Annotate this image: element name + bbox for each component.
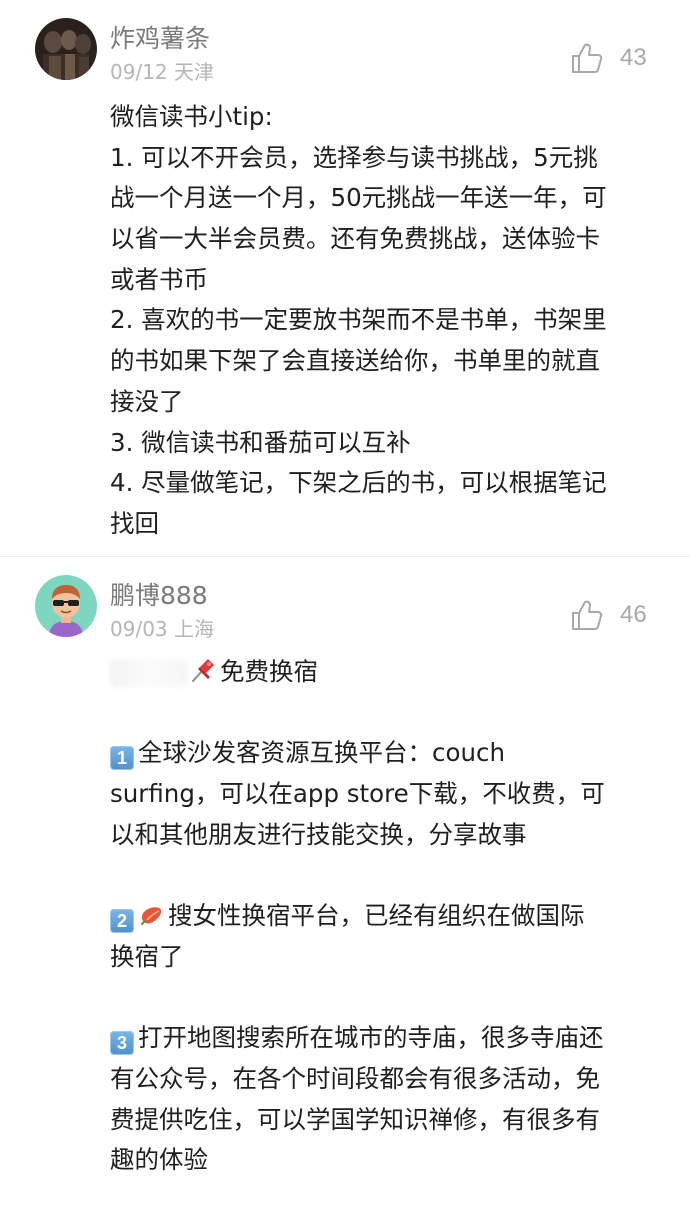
text-line: 换宿了 — [110, 941, 184, 971]
comment-card: 鹏博888 09/03 上海 46 免费换宿 1 全球沙发客资源互换平台：couc… — [0, 557, 690, 1207]
like-count: 43 — [620, 44, 647, 71]
avatar-image — [35, 575, 97, 637]
username[interactable]: 鹏博888 — [110, 581, 208, 611]
text-line: 有公众号，在各个时间段都会有很多活动，免 — [110, 1063, 600, 1093]
text-line: surfing，可以在app store下载，不收费，可 — [110, 779, 605, 809]
text-line: 以和其他朋友进行技能交换，分享故事 — [110, 819, 527, 849]
thumbs-up-icon — [572, 43, 603, 73]
avatar[interactable] — [35, 18, 97, 80]
comment-text: 免费换宿 1 全球沙发客资源互换平台：couch surfing，可以在app s… — [110, 652, 666, 1181]
text-line: 费提供吃住，可以学国学知识禅修，有很多有 — [110, 1104, 600, 1134]
text-line: 免费换宿 — [110, 652, 666, 693]
text-line: 1. 可以不开会员，选择参与读书挑战，5元挑 — [110, 142, 598, 172]
item-text: 全球沙发客资源互换平台：couch — [138, 738, 505, 768]
avatar-image — [35, 18, 97, 80]
text-line: 接没了 — [110, 386, 184, 416]
text-line: 的书如果下架了会直接送给你，书单里的就直 — [110, 346, 600, 376]
peach-icon — [141, 907, 162, 926]
pushpin-icon — [192, 659, 214, 682]
keycap-number-icon: 1 — [110, 746, 134, 771]
comment-meta: 09/03 上海 — [110, 617, 214, 641]
keycap-number-icon: 2 — [110, 909, 134, 934]
text-line: 战一个月送一个月，50元挑战一年送一年，可 — [110, 183, 607, 213]
text-line: 微信读书小tip: — [110, 102, 273, 131]
comment-text: 微信读书小tip: 1. 可以不开会员，选择参与读书挑战，5元挑 战一个月送一个… — [110, 97, 666, 545]
like-count: 46 — [620, 601, 647, 628]
text-line: 以省一大半会员费。还有免费挑战，送体验卡 — [110, 224, 600, 254]
text-line: 或者书币 — [110, 264, 208, 294]
text-line: 3 打开地图搜索所在城市的寺庙，很多寺庙还 — [110, 1018, 666, 1059]
like-button[interactable]: 43 — [570, 40, 647, 76]
text-line: 1 全球沙发客资源互换平台：couch — [110, 733, 666, 774]
like-button[interactable]: 46 — [570, 597, 647, 633]
text-line: 2. 喜欢的书一定要放书架而不是书单，书架里 — [110, 305, 607, 335]
username[interactable]: 炸鸡薯条 — [110, 24, 210, 54]
text-line: 3. 微信读书和番茄可以互补 — [110, 427, 411, 457]
keycap-number-icon: 3 — [110, 1031, 134, 1056]
section-heading: 免费换宿 — [220, 657, 318, 686]
comment-card: 炸鸡薯条 09/12 天津 43 微信读书小tip: 1. 可以不开会员，选择参… — [0, 0, 690, 556]
thumbs-up-icon — [572, 600, 603, 630]
text-line: 2 搜女性换宿平台，已经有组织在做国际 — [110, 896, 666, 937]
comment-meta: 09/12 天津 — [110, 60, 214, 84]
text-line: 趣的体验 — [110, 1145, 208, 1175]
text-line: 4. 尽量做笔记，下架之后的书，可以根据笔记 — [110, 468, 607, 498]
blurred-text — [110, 659, 188, 687]
item-text: 搜女性换宿平台，已经有组织在做国际 — [168, 901, 585, 931]
text-line: 找回 — [110, 508, 159, 538]
avatar[interactable] — [35, 575, 97, 637]
item-text: 打开地图搜索所在城市的寺庙，很多寺庙还 — [138, 1023, 604, 1053]
